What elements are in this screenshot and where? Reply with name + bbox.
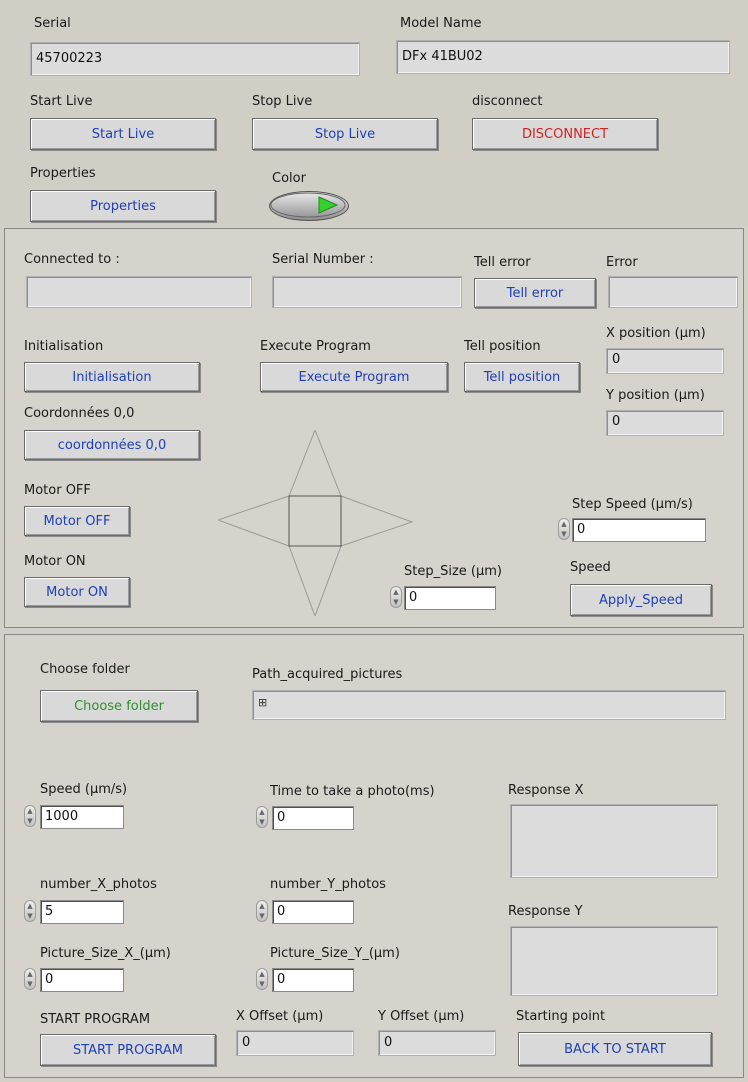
- num-y-photos-input[interactable]: 0: [272, 900, 354, 924]
- properties-button[interactable]: Properties: [30, 190, 216, 222]
- serial-number-indicator: [272, 276, 462, 308]
- error-indicator: [608, 276, 738, 308]
- step-speed-stepper[interactable]: ▲ ▼: [558, 518, 570, 540]
- step-size-label: Step_Size (µm): [404, 564, 502, 579]
- initialisation-button[interactable]: Initialisation: [24, 362, 200, 392]
- picture-size-x-input[interactable]: 0: [40, 968, 124, 992]
- start-program-label: START PROGRAM: [40, 1012, 151, 1027]
- serial-label: Serial: [34, 16, 71, 31]
- num-x-photos-input[interactable]: 5: [40, 900, 124, 924]
- picture-size-y-input[interactable]: 0: [272, 968, 354, 992]
- motor-off-label: Motor OFF: [24, 483, 91, 498]
- tell-error-label: Tell error: [474, 255, 531, 270]
- arrow-up-icon: [288, 430, 342, 497]
- color-toggle[interactable]: [269, 191, 349, 221]
- time-photo-label: Time to take a photo(ms): [270, 784, 435, 799]
- disconnect-label: disconnect: [472, 94, 543, 109]
- picture-size-x-stepper[interactable]: ▲ ▼: [24, 968, 36, 990]
- arrow-right-icon: [340, 495, 414, 547]
- speed-label: Speed: [570, 560, 611, 575]
- response-x-label: Response X: [508, 783, 584, 798]
- x-position-indicator: 0: [606, 348, 724, 374]
- speed-um-label: Speed (µm/s): [40, 782, 128, 797]
- initialisation-label: Initialisation: [24, 339, 104, 354]
- motor-on-button[interactable]: Motor ON: [24, 577, 130, 607]
- disconnect-button[interactable]: DISCONNECT: [472, 118, 658, 150]
- start-live-button[interactable]: Start Live: [30, 118, 216, 150]
- start-live-label: Start Live: [30, 94, 93, 109]
- model-name-label: Model Name: [400, 16, 482, 31]
- num-y-photos-label: number_Y_photos: [270, 877, 386, 892]
- path-label: Path_acquired_pictures: [252, 667, 403, 682]
- error-label: Error: [606, 255, 638, 270]
- direction-pad[interactable]: [218, 430, 414, 616]
- properties-label: Properties: [30, 166, 96, 181]
- x-position-label: X position (µm): [606, 326, 706, 341]
- choose-folder-label: Choose folder: [40, 662, 130, 677]
- apply-speed-button[interactable]: Apply_Speed: [570, 584, 712, 616]
- center-square: [288, 495, 342, 547]
- tell-error-button[interactable]: Tell error: [474, 278, 596, 308]
- execute-program-label: Execute Program: [260, 339, 371, 354]
- step-speed-label: Step Speed (µm/s): [572, 497, 693, 512]
- led-on-icon: [270, 192, 346, 218]
- serial-indicator: 45700223: [30, 42, 360, 76]
- tell-position-button[interactable]: Tell position: [464, 362, 580, 392]
- speed-stepper[interactable]: ▲ ▼: [24, 805, 36, 827]
- y-offset-label: Y Offset (µm): [378, 1009, 465, 1024]
- y-position-label: Y position (µm): [606, 388, 705, 403]
- num-x-photos-stepper[interactable]: ▲ ▼: [24, 900, 36, 922]
- connected-to-label: Connected to :: [24, 252, 120, 267]
- stop-live-label: Stop Live: [252, 94, 313, 109]
- coordonnees-label: Coordonnées 0,0: [24, 406, 135, 421]
- arrow-left-icon: [218, 495, 290, 547]
- path-icon: ⊞: [258, 696, 268, 709]
- speed-input[interactable]: 1000: [40, 805, 124, 829]
- execute-program-button[interactable]: Execute Program: [260, 362, 448, 392]
- serial-number-label: Serial Number :: [272, 252, 374, 267]
- response-y-label: Response Y: [508, 904, 583, 919]
- coordonnees-button[interactable]: coordonnées 0,0: [24, 430, 200, 460]
- response-x-indicator: [510, 804, 718, 878]
- step-size-input[interactable]: 0: [404, 586, 496, 610]
- choose-folder-button[interactable]: Choose folder: [40, 690, 198, 722]
- step-speed-input[interactable]: 0: [572, 518, 706, 542]
- motor-off-button[interactable]: Motor OFF: [24, 506, 130, 536]
- motor-on-label: Motor ON: [24, 554, 86, 569]
- picture-size-y-label: Picture_Size_Y_(µm): [270, 946, 400, 961]
- color-label: Color: [272, 171, 306, 186]
- picture-size-x-label: Picture_Size_X_(µm): [40, 946, 171, 961]
- model-name-indicator: DFx 41BU02: [396, 40, 730, 74]
- response-y-indicator: [510, 926, 718, 996]
- y-position-indicator: 0: [606, 410, 724, 436]
- connected-to-indicator: [26, 276, 252, 308]
- x-offset-indicator: 0: [236, 1030, 354, 1056]
- path-field[interactable]: ⊞: [252, 690, 726, 720]
- back-to-start-button[interactable]: BACK TO START: [518, 1032, 712, 1066]
- x-offset-label: X Offset (µm): [236, 1009, 324, 1024]
- time-photo-stepper[interactable]: ▲ ▼: [256, 806, 268, 828]
- tell-position-label: Tell position: [464, 339, 541, 354]
- stop-live-button[interactable]: Stop Live: [252, 118, 438, 150]
- start-program-button[interactable]: START PROGRAM: [40, 1034, 216, 1066]
- starting-point-label: Starting point: [516, 1009, 606, 1024]
- picture-size-y-stepper[interactable]: ▲ ▼: [256, 968, 268, 990]
- time-photo-input[interactable]: 0: [272, 806, 354, 830]
- arrow-down-icon: [288, 545, 342, 616]
- y-offset-indicator: 0: [378, 1030, 496, 1056]
- step-size-stepper[interactable]: ▲ ▼: [390, 586, 402, 608]
- num-x-photos-label: number_X_photos: [40, 877, 157, 892]
- num-y-photos-stepper[interactable]: ▲ ▼: [256, 900, 268, 922]
